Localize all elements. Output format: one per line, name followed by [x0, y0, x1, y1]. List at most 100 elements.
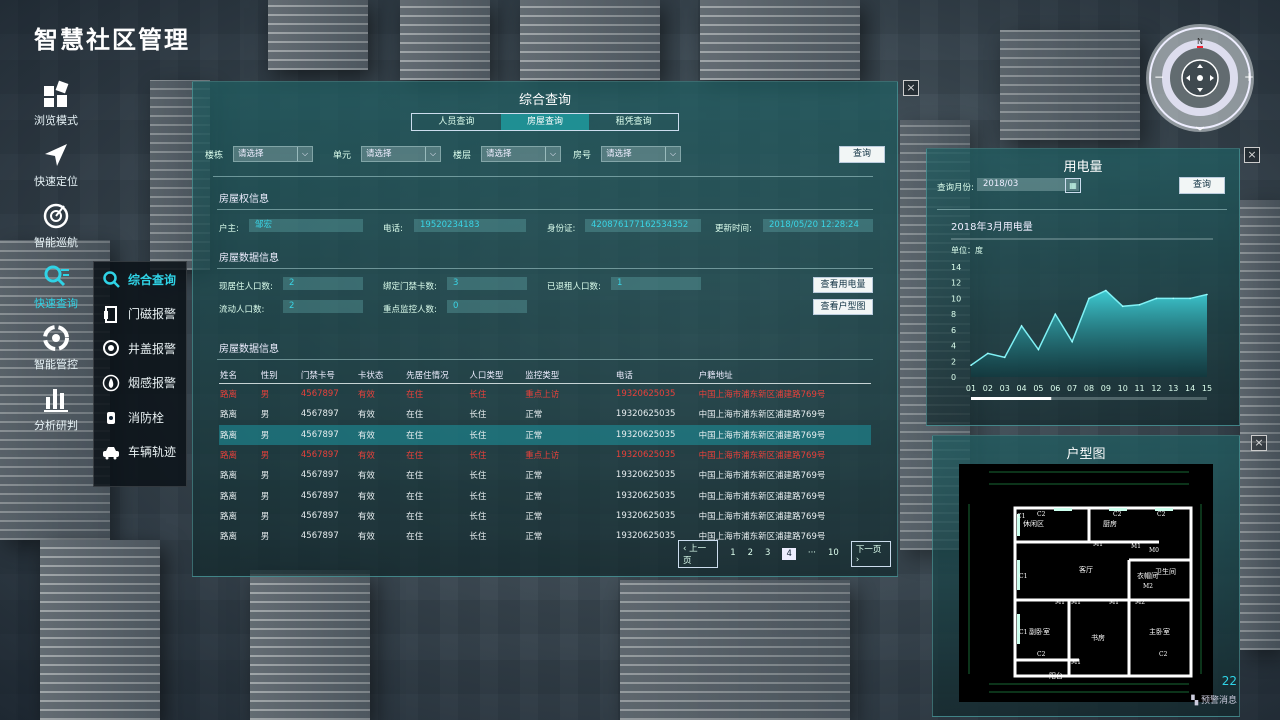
power-query-button[interactable]: 查询: [1179, 177, 1225, 194]
alert-label[interactable]: ▚ 预警消息: [1191, 693, 1237, 706]
page-number[interactable]: 1: [730, 548, 735, 560]
ownership-heading: 房屋权信息: [219, 194, 269, 205]
table-cell: 长住: [469, 491, 487, 502]
nav-item-label: 快速定位: [34, 175, 78, 188]
table-cell: 路离: [220, 390, 238, 401]
compass-widget[interactable]: N − +: [1146, 24, 1254, 132]
table-cell: 4567897: [300, 389, 339, 400]
table-cell: 长住: [469, 410, 487, 421]
power-usage-panel: 用电量 查询月份: 2018/03 ▦ 查询 2018年3月用电量 单位：度 0 2 4…: [926, 148, 1240, 426]
nav-item-5[interactable]: 分析研判: [24, 385, 88, 446]
floor-select[interactable]: 请选择 ⌵: [481, 146, 562, 162]
svg-text:−: −: [1154, 70, 1164, 84]
monitor-field: 0: [447, 300, 527, 313]
table-cell: 在住: [406, 471, 424, 482]
close-power-panel-button[interactable]: ×: [1244, 147, 1260, 163]
data-point: [987, 352, 989, 355]
room-select[interactable]: 请选择 ⌵: [601, 146, 682, 162]
close-main-panel-button[interactable]: ×: [903, 80, 919, 96]
data-point: [1071, 340, 1073, 343]
chevron-down-icon: ⌵: [665, 147, 680, 161]
data-point: [1054, 313, 1057, 315]
submenu-item-3[interactable]: 烟感报警: [94, 366, 186, 401]
nav-item-3[interactable]: 快速查询: [24, 263, 88, 324]
rented-label: 已退租人口数:: [547, 282, 601, 292]
table-cell: 有效: [357, 410, 375, 421]
nav-item-0[interactable]: 浏览模式: [24, 80, 88, 141]
view-power-button[interactable]: 查看用电量: [813, 277, 873, 293]
opening-code: C2: [1159, 651, 1168, 658]
submenu-item-4[interactable]: 消防栓: [94, 400, 186, 435]
table-cell: 长住: [468, 424, 525, 445]
submenu-item-label: 井盖报警: [128, 341, 177, 356]
submenu-item-0[interactable]: 综合查询: [94, 262, 186, 297]
prev-page-button[interactable]: ‹ 上一页: [678, 540, 719, 568]
query-button[interactable]: 查询: [839, 146, 885, 163]
column-header: 人口类型: [468, 367, 525, 384]
nav-item-1[interactable]: 快速定位: [24, 141, 88, 202]
chart-scrollbar-thumb[interactable]: [971, 397, 1052, 400]
tab-rent[interactable]: 租凭查询: [589, 114, 678, 130]
pagination: ‹ 上一页 1 2 3 4 ··· 10 下一页 ›: [672, 540, 897, 568]
opening-code: M1: [1131, 543, 1141, 550]
tab-person[interactable]: 人员查询: [412, 114, 501, 130]
submenu-item-label: 门磁报警: [128, 307, 177, 322]
message-icon: ▚: [1191, 696, 1199, 706]
calendar-icon[interactable]: ▦: [1065, 178, 1081, 193]
opening-code: M1: [1071, 599, 1081, 606]
table-cell: 长住: [469, 390, 487, 401]
x-tick-label: 14: [1185, 384, 1195, 393]
id-label: 身份证:: [547, 224, 576, 234]
table-row[interactable]: 路离男 4567897 有效 在住 长住 正常 19320625035 中国上海市浦东新区浦建…: [219, 506, 871, 526]
x-tick-label: 15: [1202, 384, 1212, 393]
table-cell: 有效: [357, 471, 375, 482]
room-label: 厨房: [1103, 519, 1117, 528]
table-row[interactable]: 路离男 4567897 有效 在住 长住 正常 19320625035 中国上海市浦东新区浦建…: [219, 465, 871, 485]
page-number[interactable]: 2: [748, 548, 753, 560]
month-input[interactable]: 2018/03: [977, 178, 1079, 191]
submenu-item-5[interactable]: 车辆轨迹: [94, 435, 186, 470]
table-cell: 正常: [525, 511, 543, 522]
opening-code: C2: [1037, 511, 1046, 518]
page-number[interactable]: 10: [828, 548, 839, 560]
table-row[interactable]: 路离男 4567897 有效 在住 长住 正常 19320625035 中国上海市浦东新区浦建…: [219, 404, 871, 424]
table-row[interactable]: 路离 男 4567897 有效 在住 长住 重点上访 19320625035 中国上海市浦东新区…: [219, 384, 871, 405]
nav-item-4[interactable]: 智能管控: [24, 324, 88, 385]
table-cell: 4567897: [300, 450, 339, 461]
submenu-item-1[interactable]: 门磁报警: [94, 297, 186, 332]
table-cell: 路离: [220, 511, 238, 522]
submenu-item-label: 车辆轨迹: [128, 445, 177, 460]
floor-plan-panel: 户型图 休闲区 厨房 客厅 卫生间 衣帽间副卧室 书房 主卧室 阳台 C1 C2…: [932, 435, 1240, 717]
room-label: 客厅: [1079, 565, 1093, 574]
building-select[interactable]: 请选择 ⌵: [233, 146, 314, 162]
table-row[interactable]: 路离男 4567897 有效 在住 长住 正常 19320625035 中国上海市浦东新区浦建…: [219, 485, 871, 505]
app-title: 智慧社区管理: [34, 26, 190, 54]
table-cell: 正常: [524, 424, 615, 445]
building-select-value: 请选择: [238, 149, 264, 159]
table-cell: 男: [260, 511, 270, 522]
page-number[interactable]: 3: [765, 548, 770, 560]
table-cell: 有效: [357, 532, 375, 543]
data-point: [1003, 356, 1006, 359]
table-row[interactable]: 路离男 4567897 有效 在住 长住 正常 19320625035 中国上海市浦东新区浦建…: [219, 424, 871, 445]
x-tick-label: 08: [1084, 384, 1094, 393]
nav-item-label: 快速查询: [34, 297, 78, 310]
column-header: 卡状态: [356, 367, 406, 384]
next-page-button[interactable]: 下一页 ›: [850, 541, 891, 567]
close-floor-plan-button[interactable]: ×: [1251, 435, 1267, 451]
view-floorplan-button[interactable]: 查看户型图: [813, 299, 873, 315]
opening-code: M1: [1109, 599, 1119, 606]
table-cell: 在住: [406, 410, 424, 421]
hydrant-icon: [102, 408, 122, 426]
page-number[interactable]: ···: [808, 548, 816, 560]
tab-house[interactable]: 房屋查询: [500, 114, 590, 130]
nav-item-2[interactable]: 智能巡航: [24, 202, 88, 263]
column-header: 门禁卡号: [299, 367, 357, 384]
page-number[interactable]: 4: [782, 548, 796, 560]
table-cell: 路离: [220, 410, 238, 421]
opening-code: C1: [1019, 629, 1027, 636]
submenu-item-2[interactable]: 井盖报警: [94, 331, 186, 366]
unit-select[interactable]: 请选择 ⌵: [361, 146, 442, 162]
table-row[interactable]: 路离 男 4567897 有效 在住 长住 重点上访 19320625035 中国上海市浦东新区…: [219, 445, 871, 465]
table-cell: 19320625035: [615, 510, 676, 521]
